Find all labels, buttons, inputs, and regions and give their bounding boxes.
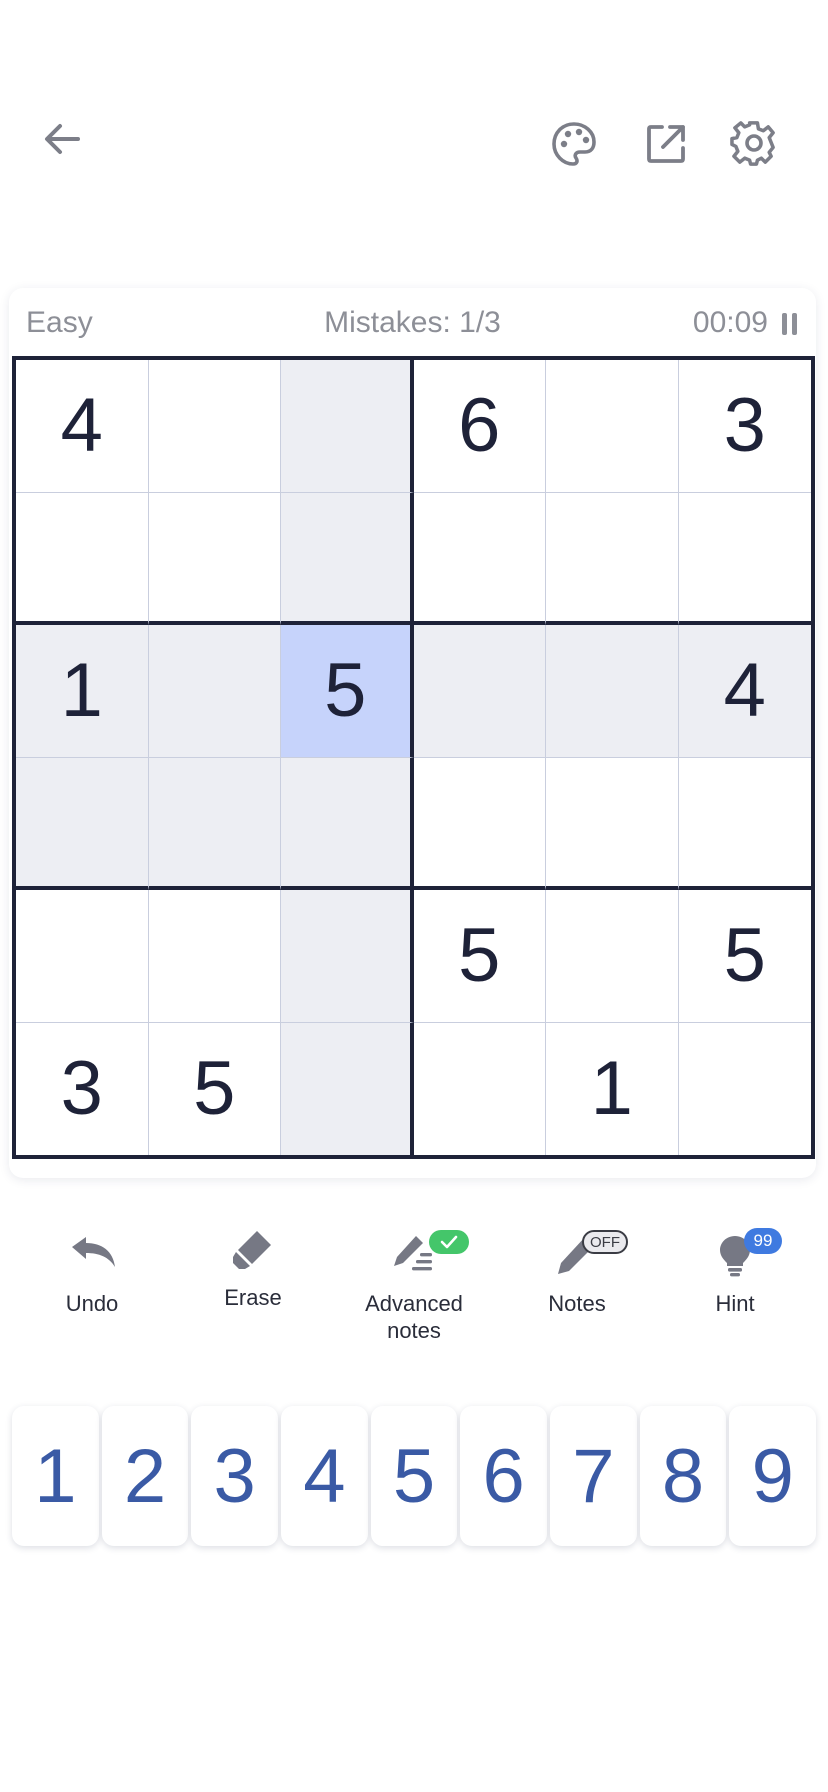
- hint-count-badge: 99: [744, 1228, 782, 1254]
- grid-cell[interactable]: [281, 757, 414, 890]
- gear-icon: [730, 121, 775, 166]
- status-bar: Easy Mistakes: 1/3 00:09: [9, 288, 816, 358]
- hint-label: Hint: [715, 1291, 755, 1316]
- hint-button[interactable]: 99 Hint: [670, 1220, 800, 1317]
- number-key-8[interactable]: 8: [639, 1406, 727, 1546]
- grid-cell[interactable]: 5: [148, 1022, 281, 1155]
- pause-button[interactable]: [776, 308, 802, 340]
- number-pad: 123456789: [12, 1406, 817, 1546]
- grid-cell[interactable]: 3: [678, 360, 811, 493]
- grid-cell[interactable]: 4: [678, 625, 811, 758]
- grid-cell[interactable]: 3: [16, 1022, 149, 1155]
- grid-cell[interactable]: [148, 625, 281, 758]
- number-key-5[interactable]: 5: [370, 1406, 458, 1546]
- advanced-notes-button[interactable]: Advanced notes: [349, 1220, 479, 1344]
- undo-button[interactable]: Undo: [27, 1220, 157, 1317]
- grid-cell[interactable]: [678, 1022, 811, 1155]
- arrow-left-icon: [45, 124, 80, 154]
- grid-cell[interactable]: [148, 492, 281, 625]
- grid-cell[interactable]: [546, 757, 679, 890]
- sudoku-screen: Easy Mistakes: 1/3 00:09 46315455351 Und…: [0, 0, 828, 1792]
- number-key-7[interactable]: 7: [550, 1406, 637, 1546]
- grid-cell[interactable]: [546, 890, 679, 1023]
- grid-cell[interactable]: [16, 890, 149, 1023]
- grid-cell[interactable]: [678, 492, 811, 625]
- grid-cell[interactable]: [281, 492, 414, 625]
- grid-cell[interactable]: 1: [546, 1022, 679, 1155]
- erase-label: Erase: [224, 1285, 282, 1310]
- timer: 00:09: [692, 306, 768, 339]
- sudoku-grid: 46315455351: [12, 356, 815, 1159]
- notes-off-badge: OFF: [582, 1230, 628, 1254]
- grid-cell[interactable]: [413, 1022, 546, 1155]
- eraser-icon: [233, 1231, 271, 1269]
- grid-cell[interactable]: [546, 360, 679, 493]
- number-key-6[interactable]: 6: [460, 1406, 548, 1546]
- check-icon: [440, 1235, 458, 1249]
- grid-cell[interactable]: [281, 890, 414, 1023]
- grid-cell[interactable]: [281, 360, 414, 493]
- number-key-2[interactable]: 2: [101, 1406, 189, 1546]
- palette-icon: [552, 122, 596, 166]
- number-key-4[interactable]: 4: [281, 1406, 368, 1546]
- grid-cell[interactable]: 1: [16, 625, 149, 758]
- grid-cell[interactable]: [546, 625, 679, 758]
- notes-button[interactable]: OFF Notes: [512, 1220, 642, 1317]
- grid-cell[interactable]: 4: [16, 360, 149, 493]
- pause-icon-bar: [781, 313, 787, 335]
- advanced-notes-on-badge: [429, 1230, 469, 1254]
- back-button[interactable]: [30, 107, 94, 171]
- notes-label: Notes: [548, 1291, 606, 1316]
- erase-button[interactable]: Erase: [188, 1214, 318, 1311]
- grid-cell[interactable]: [148, 890, 281, 1023]
- grid-cell[interactable]: [148, 360, 281, 493]
- external-link-icon: [647, 125, 685, 163]
- pause-icon-bar: [791, 313, 797, 335]
- grid-cell[interactable]: 5: [678, 890, 811, 1023]
- settings-button[interactable]: [722, 112, 786, 176]
- grid-cell[interactable]: [281, 1022, 414, 1155]
- grid-cell[interactable]: [148, 757, 281, 890]
- grid-cell[interactable]: [413, 492, 546, 625]
- export-button[interactable]: [634, 112, 698, 176]
- number-key-1[interactable]: 1: [12, 1406, 99, 1546]
- grid-cell[interactable]: 5: [413, 890, 546, 1023]
- difficulty-label: Easy: [26, 306, 93, 339]
- grid-cell[interactable]: [678, 757, 811, 890]
- grid-cell[interactable]: [413, 757, 546, 890]
- grid-cell[interactable]: 5: [281, 625, 414, 758]
- grid-cell[interactable]: 6: [413, 360, 546, 493]
- number-key-3[interactable]: 3: [191, 1406, 279, 1546]
- grid-cell[interactable]: [16, 757, 149, 890]
- number-key-9[interactable]: 9: [729, 1406, 817, 1546]
- grid-cell[interactable]: [413, 625, 546, 758]
- advanced-notes-label: Advanced notes: [365, 1291, 463, 1343]
- undo-icon: [72, 1237, 115, 1267]
- board-card: Easy Mistakes: 1/3 00:09 46315455351: [9, 288, 816, 1178]
- theme-button[interactable]: [542, 112, 606, 176]
- grid-cell[interactable]: [546, 492, 679, 625]
- undo-label: Undo: [65, 1291, 119, 1316]
- grid-cell[interactable]: [16, 492, 149, 625]
